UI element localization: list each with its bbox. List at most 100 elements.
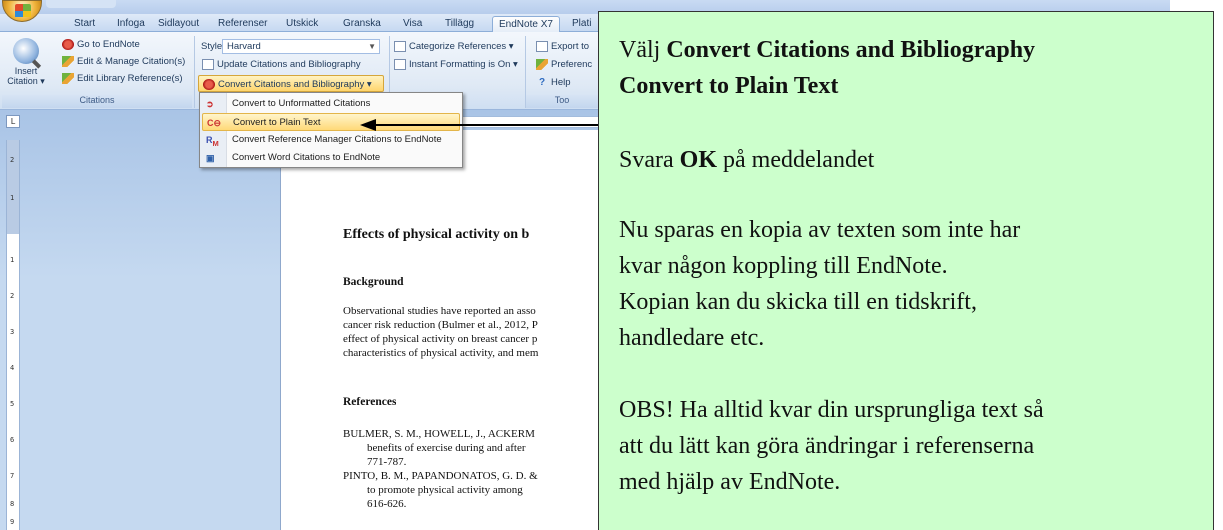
chevron-down-icon: ▼ (368, 42, 376, 51)
ruler-tick: 4 (10, 364, 15, 372)
edit-manage-label: Edit & Manage Citation(s) (77, 56, 186, 67)
convert-citations-button[interactable]: Convert Citations and Bibliography ▾ (198, 75, 384, 92)
go-to-endnote-button[interactable]: Go to EndNote (62, 37, 140, 52)
group-label-tools: Too (526, 95, 598, 108)
tab-sidlayout[interactable]: Sidlayout (158, 16, 199, 32)
style-value: Harvard (227, 41, 261, 52)
ruler-tick: 1 (10, 256, 15, 264)
tab-granska[interactable]: Granska (343, 16, 381, 32)
group-label-citations: Citations (2, 95, 192, 108)
paragraph-line: cancer risk reduction (Bulmer et al., 20… (343, 319, 538, 331)
ruler-tick: 7 (10, 472, 15, 480)
instant-formatting-label: Instant Formatting is On ▾ (409, 59, 518, 70)
preferences-button[interactable]: Preferenc (536, 57, 592, 72)
unformatted-icon: ➲ (206, 99, 214, 109)
convert-icon (203, 79, 215, 90)
quick-access-toolbar[interactable] (46, 0, 116, 8)
callout-line-7: handledare etc. (619, 325, 765, 351)
style-select[interactable]: Harvard ▼ (222, 39, 380, 54)
callout-line-3: Svara OK på meddelandet (619, 144, 874, 176)
export-icon (536, 41, 548, 52)
help-button[interactable]: ? Help (536, 75, 571, 90)
go-to-endnote-label: Go to EndNote (77, 39, 140, 50)
ruler-tick: 9 (10, 518, 15, 526)
background-heading: Background (343, 276, 404, 288)
reference-line: benefits of exercise during and after (367, 442, 526, 454)
endnote-icon (62, 39, 74, 50)
tab-visa[interactable]: Visa (403, 16, 422, 32)
tab-endnote[interactable]: EndNote X7 (492, 16, 560, 33)
ruler-tick: 1 (10, 194, 15, 202)
callout-line-8: OBS! Ha alltid kvar din ursprungliga tex… (619, 397, 1044, 423)
reference-manager-icon: RM (206, 135, 219, 148)
tab-tillagg[interactable]: Tillägg (445, 16, 474, 32)
export-to-label: Export to (551, 41, 590, 52)
ruler-tick: 2 (10, 156, 15, 164)
plain-text-icon: C⊖ (207, 118, 222, 128)
callout-line-1: Välj Convert Citations and Bibliography (619, 34, 1035, 66)
instant-formatting-button[interactable]: Instant Formatting is On ▾ (394, 57, 518, 72)
callout-text: Svara (619, 147, 680, 173)
tab-start[interactable]: Start (74, 16, 95, 32)
categorize-icon (394, 41, 406, 52)
edit-library-icon (62, 73, 74, 84)
tab-utskick[interactable]: Utskick (286, 16, 318, 32)
edit-manage-citations-button[interactable]: Edit & Manage Citation(s) (62, 54, 185, 69)
reference-line: to promote physical activity among (367, 484, 523, 496)
vertical-ruler[interactable]: 2 1 1 2 3 4 5 6 7 8 9 (6, 140, 20, 530)
callout-line-9: att du lätt kan göra ändringar i referen… (619, 433, 1035, 459)
ruler-margin (7, 140, 19, 234)
edit-library-label: Edit Library Reference(s) (77, 73, 183, 84)
insert-citation-button[interactable]: Insert Citation ▾ (6, 36, 46, 94)
tab-plati[interactable]: Plati (572, 16, 591, 32)
callout-text: Välj (619, 37, 667, 63)
preferences-icon (536, 59, 548, 70)
callout-text: på meddelandet (717, 147, 875, 173)
paragraph-line: Observational studies have reported an a… (343, 305, 536, 317)
convert-citations-inner: Convert Citations and Bibliography ▾ (203, 77, 372, 92)
edit-pencil-icon (62, 56, 74, 67)
callout-bold: Convert Citations and Bibliography (666, 37, 1036, 63)
callout-line-4: Nu sparas en kopia av texten som inte ha… (619, 217, 1021, 243)
callout-line-2: Convert to Plain Text (619, 70, 838, 102)
tab-referenser[interactable]: Referenser (218, 16, 267, 32)
update-citations-button[interactable]: Update Citations and Bibliography (202, 57, 361, 72)
help-icon: ? (538, 77, 546, 88)
preferences-label: Preferenc (551, 59, 593, 70)
word-citations-icon: ▣ (206, 153, 215, 163)
instant-formatting-icon (394, 59, 406, 70)
callout-line-10: med hjälp av EndNote. (619, 469, 841, 495)
reference-line: 616-626. (367, 498, 407, 510)
paragraph-line: characteristics of physical activity, an… (343, 347, 539, 359)
ruler-tick: 5 (10, 400, 15, 408)
categorize-references-button[interactable]: Categorize References ▾ (394, 39, 514, 54)
document-page[interactable]: Effects of physical activity on b Backgr… (280, 130, 598, 530)
categorize-label: Categorize References ▾ (409, 41, 514, 52)
ruler-tick: 6 (10, 436, 15, 444)
menu-item-convert-reference-manager[interactable]: RM Convert Reference Manager Citations t… (202, 131, 460, 149)
menu-item-label: Convert Reference Manager Citations to E… (232, 134, 442, 145)
magnifier-icon (13, 38, 39, 64)
tab-selector[interactable]: L (6, 115, 20, 128)
convert-citations-label: Convert Citations and Bibliography ▾ (218, 79, 372, 90)
menu-item-label: Convert to Plain Text (233, 117, 321, 128)
office-logo-icon (15, 4, 31, 17)
reference-line: PINTO, B. M., PAPANDONATOS, G. D. & (343, 470, 538, 482)
menu-item-convert-unformatted[interactable]: ➲ Convert to Unformatted Citations (202, 95, 460, 113)
callout-line-6: Kopian kan du skicka till en tidskrift, (619, 289, 977, 315)
edit-library-reference-button[interactable]: Edit Library Reference(s) (62, 71, 183, 86)
reference-line: 771-787. (367, 456, 407, 468)
update-icon (202, 59, 214, 70)
style-label: Style: (201, 41, 225, 52)
insert-citation-label: Insert (14, 66, 38, 76)
references-heading: References (343, 396, 397, 408)
callout-bold: Convert to Plain Text (619, 73, 839, 99)
export-to-button[interactable]: Export to (536, 39, 589, 54)
menu-item-label: Convert to Unformatted Citations (232, 98, 371, 109)
tab-infoga[interactable]: Infoga (117, 16, 145, 32)
insert-citation-label-2: Citation ▾ (7, 76, 45, 86)
callout-bold: OK (679, 147, 717, 173)
menu-item-label: Convert Word Citations to EndNote (232, 152, 381, 163)
menu-item-convert-word-citations[interactable]: ▣ Convert Word Citations to EndNote (202, 149, 460, 167)
document-title: Effects of physical activity on b (343, 227, 530, 242)
